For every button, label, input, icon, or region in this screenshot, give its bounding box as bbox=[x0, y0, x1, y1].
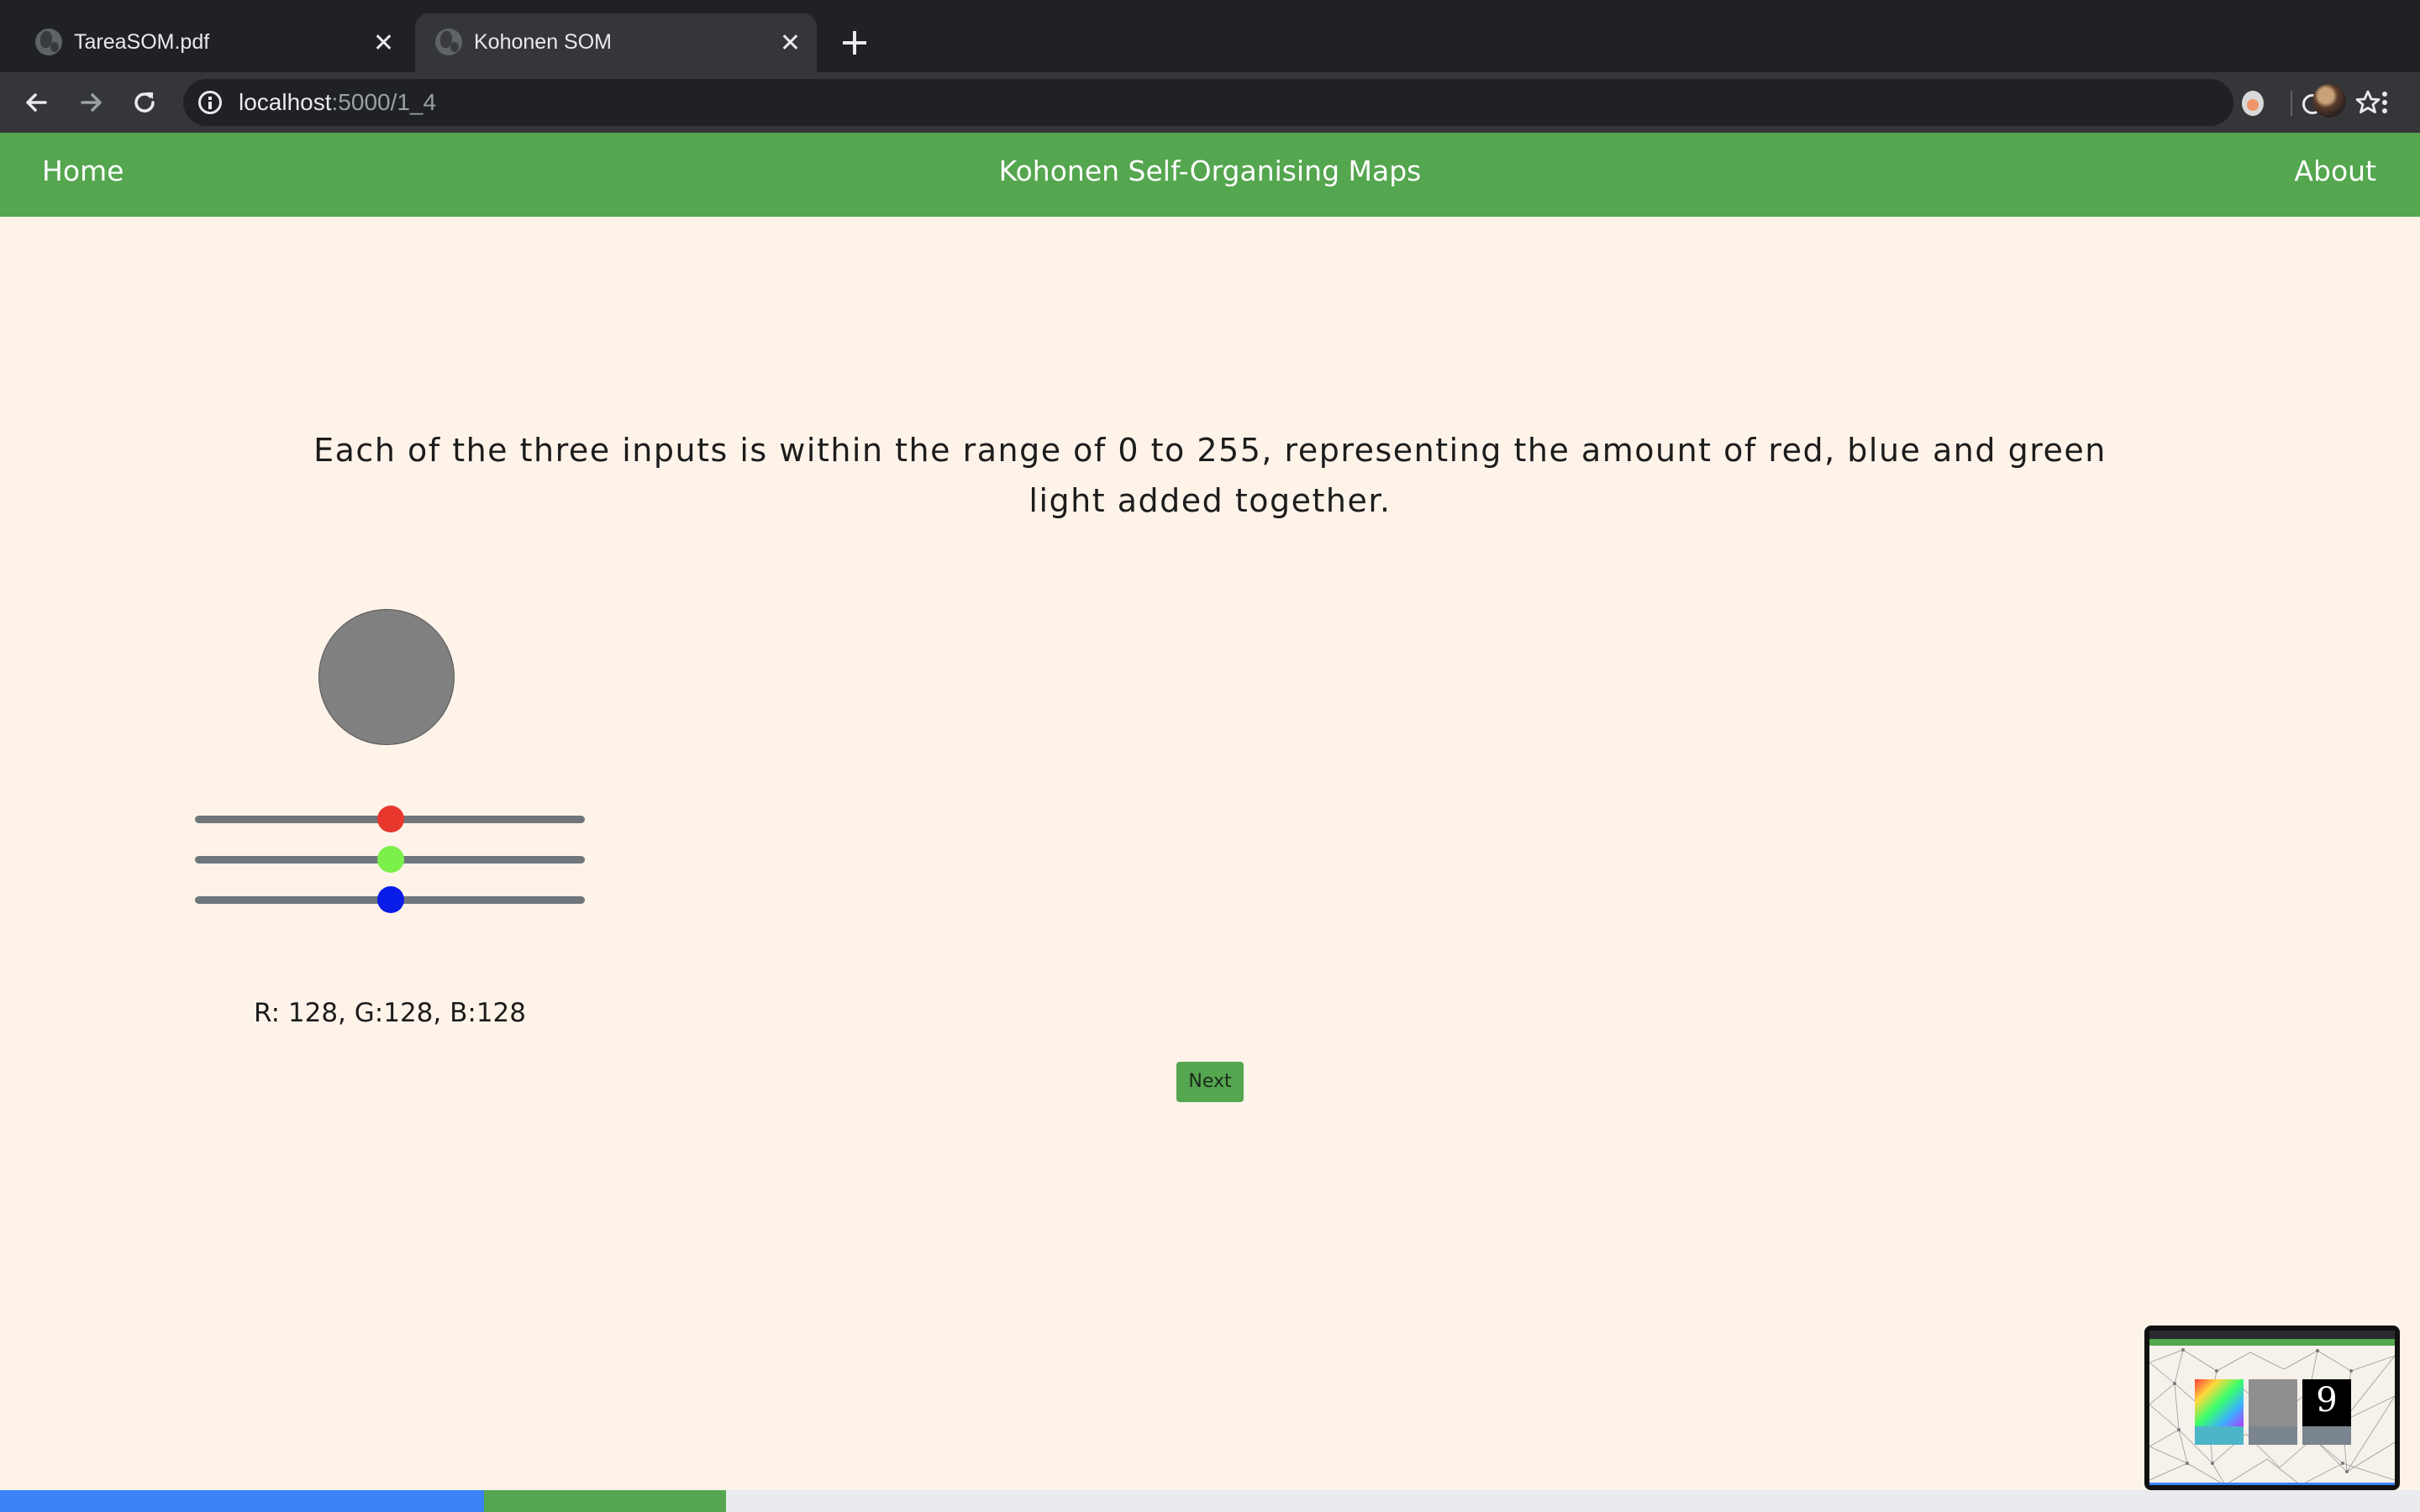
tab-tareasom[interactable]: TareaSOM.pdf bbox=[15, 13, 410, 72]
toolbar-divider bbox=[2291, 91, 2292, 116]
reload-icon[interactable] bbox=[128, 86, 161, 119]
close-tab-icon[interactable] bbox=[371, 30, 395, 54]
browser-toolbar: localhost:5000/1_4 bbox=[0, 72, 2420, 133]
close-tab-icon[interactable] bbox=[778, 30, 802, 54]
progress-completed-segment bbox=[0, 1490, 484, 1512]
pip-screen: 9 bbox=[2149, 1331, 2395, 1485]
rgb-readout: R: 128, G:128, B:128 bbox=[254, 998, 526, 1028]
nav-home-link[interactable]: Home bbox=[42, 155, 124, 187]
picture-in-picture-thumbnail[interactable]: 9 bbox=[2144, 1326, 2400, 1490]
tab-kohonen-som[interactable]: Kohonen SOM bbox=[415, 13, 817, 72]
red-slider[interactable] bbox=[195, 804, 585, 834]
tab-title: Kohonen SOM bbox=[474, 30, 612, 54]
url-path: :5000/1_4 bbox=[331, 89, 437, 115]
globe-icon bbox=[435, 29, 462, 55]
progress-current-segment bbox=[484, 1490, 726, 1512]
new-tab-plus-icon[interactable] bbox=[840, 29, 869, 57]
green-slider-thumb[interactable] bbox=[376, 846, 404, 873]
browser-tab-strip: TareaSOM.pdf Kohonen SOM bbox=[0, 0, 2420, 72]
page-title: Kohonen Self-Organising Maps bbox=[998, 155, 1422, 187]
pip-tab-bar bbox=[2149, 1331, 2395, 1339]
info-icon[interactable] bbox=[198, 91, 222, 114]
pip-skeleton-card bbox=[2249, 1379, 2297, 1445]
forward-arrow-icon[interactable] bbox=[74, 86, 108, 119]
site-navbar: Kohonen Self-Organising Maps Home About bbox=[0, 133, 2420, 217]
lesson-progress-bar bbox=[0, 1490, 2420, 1512]
pip-navbar bbox=[2149, 1339, 2395, 1346]
red-slider-thumb[interactable] bbox=[376, 806, 404, 832]
blue-slider-thumb[interactable] bbox=[376, 886, 404, 913]
address-bar[interactable]: localhost:5000/1_4 bbox=[183, 79, 2381, 126]
back-arrow-icon[interactable] bbox=[20, 86, 54, 119]
tab-title: TareaSOM.pdf bbox=[74, 30, 210, 54]
kebab-menu-icon[interactable] bbox=[2368, 86, 2402, 119]
color-preview-circle bbox=[318, 609, 455, 745]
description-text: Each of the three inputs is within the r… bbox=[313, 432, 2107, 519]
url-host: localhost bbox=[239, 89, 332, 115]
pip-color-map-card bbox=[2195, 1379, 2244, 1445]
next-button[interactable]: Next bbox=[1176, 1062, 1244, 1102]
pip-digit-label: 9 bbox=[2316, 1381, 2338, 1420]
pip-progress-bar bbox=[2149, 1483, 2395, 1485]
green-slider[interactable] bbox=[195, 844, 585, 874]
nav-about-link[interactable]: About bbox=[2294, 155, 2376, 187]
globe-icon bbox=[35, 29, 62, 55]
extension-icon[interactable] bbox=[2242, 91, 2264, 116]
avatar[interactable] bbox=[2312, 84, 2346, 118]
blue-slider[interactable] bbox=[195, 885, 585, 915]
url-text[interactable]: localhost:5000/1_4 bbox=[239, 89, 436, 116]
